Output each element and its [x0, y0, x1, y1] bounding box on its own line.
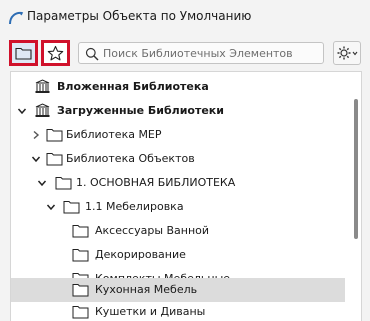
search-input[interactable] — [103, 44, 319, 62]
tree-item-label: Кушетки и Диваны — [95, 305, 206, 318]
tree-item-loaded-libraries[interactable]: Загруженные Библиотеки — [11, 99, 345, 123]
settings-menu-button[interactable] — [333, 41, 361, 65]
tree-item-decoration[interactable]: Декорирование — [11, 243, 345, 267]
tree-item-label: Декорирование — [95, 248, 186, 261]
library-tree[interactable]: Вложенная Библиотека Загруженные Библиот… — [10, 71, 362, 321]
tree-item-bath-accessories[interactable]: Аксессуары Ванной — [11, 219, 345, 243]
folder-icon — [46, 129, 63, 142]
tree-item-furniture[interactable]: 1.1 Мебелировка — [11, 195, 345, 219]
tree-item-label: 1.1 Мебелировка — [85, 200, 184, 213]
tree-item-main-library[interactable]: 1. ОСНОВНАЯ БИБЛИОТЕКА — [11, 171, 345, 195]
folder-icon — [63, 201, 80, 214]
tree-item-mep-library[interactable]: Библиотека MEP — [11, 123, 345, 147]
tree-item-couches-sofas[interactable]: Кушетки и Диваны — [11, 300, 345, 321]
folder-icon — [46, 153, 63, 166]
star-icon — [47, 45, 64, 60]
tree-scrollbar[interactable] — [354, 99, 358, 239]
library-icon — [35, 103, 50, 117]
chevron-down-icon[interactable] — [17, 106, 27, 116]
window-title: Параметры Объекта по Умолчанию — [27, 9, 252, 23]
tree-item-label: Загруженные Библиотеки — [57, 104, 224, 117]
favorites-button[interactable] — [41, 40, 70, 66]
gear-icon — [337, 46, 358, 60]
folder-icon — [72, 284, 89, 297]
tree-item-kitchen-furniture[interactable]: Кухонная Мебель — [11, 278, 345, 302]
folder-icon — [72, 249, 89, 262]
default-object-settings-window: Параметры Объекта по Умолчанию Поиск Биб… — [0, 0, 370, 321]
tree-item-label: Кухонная Мебель — [95, 283, 198, 296]
folder-icon — [55, 177, 72, 190]
tree-item-embedded-library[interactable]: Вложенная Библиотека — [11, 75, 345, 99]
tree-item-label: Библиотека MEP — [66, 128, 162, 141]
folder-icon — [15, 47, 32, 60]
chevron-right-icon[interactable] — [31, 130, 41, 140]
folder-icon — [72, 225, 89, 238]
chevron-down-icon[interactable] — [46, 202, 56, 212]
folder-icon — [72, 306, 89, 319]
toolbar — [0, 38, 370, 68]
library-folders-button[interactable] — [9, 40, 38, 66]
tree-item-label: Аксессуары Ванной — [95, 224, 210, 237]
chevron-down-icon[interactable] — [37, 178, 47, 188]
archicad-app-icon — [9, 11, 24, 25]
tree-item-label: Вложенная Библиотека — [57, 80, 209, 93]
library-icon — [35, 79, 50, 93]
search-icon — [85, 47, 99, 61]
tree-item-label: Библиотека Объектов — [66, 152, 195, 165]
search-box[interactable] — [78, 42, 324, 64]
tree-item-label: 1. ОСНОВНАЯ БИБЛИОТЕКА — [76, 176, 236, 189]
title-bar: Параметры Объекта по Умолчанию — [0, 0, 370, 34]
chevron-down-icon[interactable] — [31, 154, 41, 164]
tree-item-object-library[interactable]: Библиотека Объектов — [11, 147, 345, 171]
